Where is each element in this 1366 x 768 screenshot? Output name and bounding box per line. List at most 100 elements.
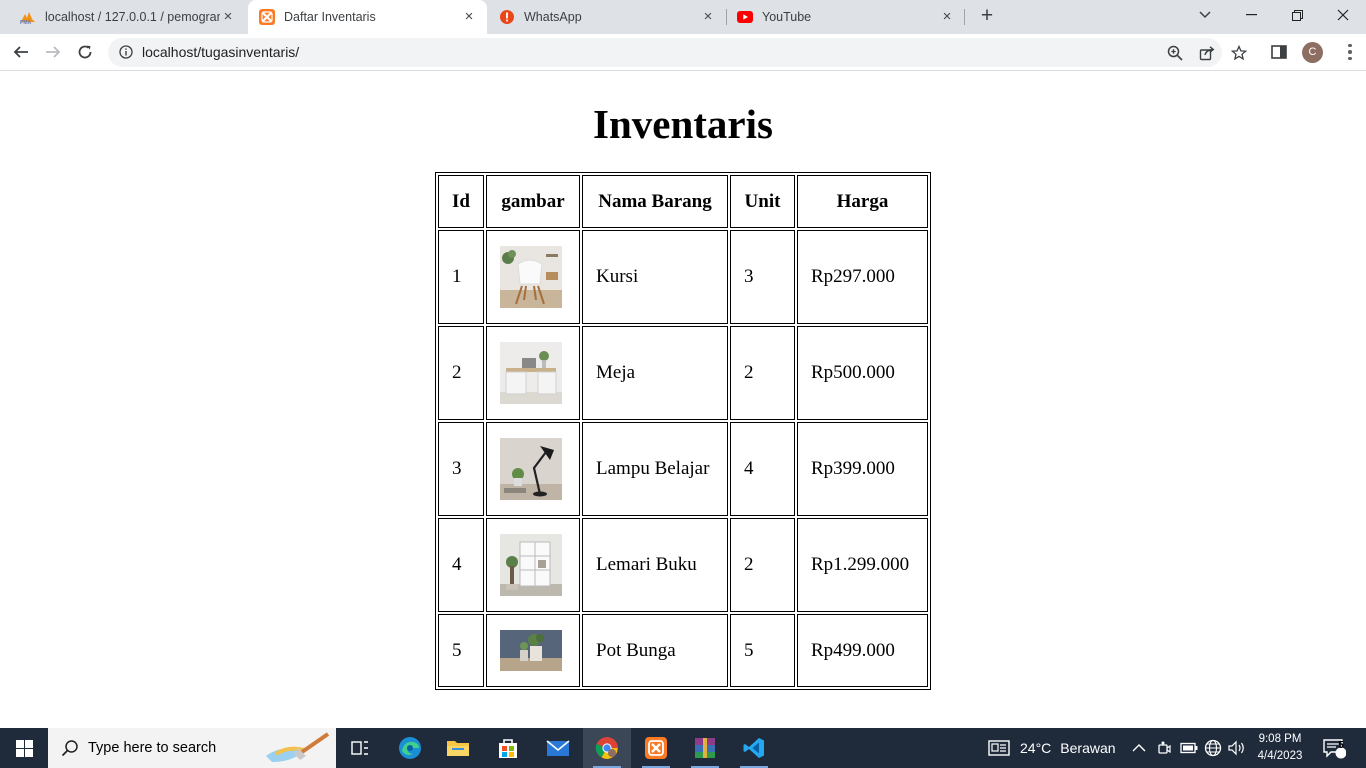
cell-unit: 2	[730, 326, 795, 420]
weather-news-icon	[988, 740, 1010, 756]
url-text: localhost/tugasinventaris/	[142, 44, 300, 60]
side-panel-icon[interactable]	[1270, 43, 1288, 61]
minimize-window-icon[interactable]	[1228, 0, 1274, 30]
taskbar-chrome[interactable]	[583, 728, 631, 768]
close-window-icon[interactable]	[1320, 0, 1366, 30]
cell-id: 5	[438, 614, 484, 687]
new-tab-button[interactable]: +	[976, 5, 998, 27]
cell-id: 1	[438, 230, 484, 324]
tab-title: YouTube	[762, 10, 812, 24]
weather-temperature: 24°C	[1020, 740, 1052, 756]
desk-lamp-image	[500, 438, 562, 500]
cell-gambar	[486, 518, 580, 612]
xampp-icon	[645, 737, 667, 759]
site-info-icon[interactable]	[119, 45, 133, 59]
cell-unit: 3	[730, 230, 795, 324]
cell-gambar	[486, 326, 580, 420]
taskbar-store[interactable]	[484, 728, 532, 768]
tab-whatsapp[interactable]: WhatsApp ×	[488, 0, 726, 34]
chair-image	[500, 246, 562, 308]
windows-taskbar: Type here to search 24°C Berawan 9:08 PM…	[0, 728, 1366, 768]
cell-harga: Rp499.000	[797, 614, 928, 687]
column-header-id: Id	[438, 175, 484, 228]
table-row: 1 Kursi 3 Rp297.000	[438, 230, 928, 324]
network-globe-icon[interactable]	[1204, 728, 1222, 768]
cell-harga: Rp1.299.000	[797, 518, 928, 612]
edge-icon	[399, 737, 421, 759]
cell-id: 4	[438, 518, 484, 612]
cell-nama-barang: Pot Bunga	[582, 614, 728, 687]
table-row: 4 Lemari Buku 2 Rp1.299.000	[438, 518, 928, 612]
tab-youtube[interactable]: YouTube ×	[727, 0, 965, 34]
chevron-up-icon	[1132, 744, 1146, 752]
close-tab-icon[interactable]: ×	[461, 9, 477, 25]
browser-menu-icon[interactable]	[1340, 42, 1360, 62]
close-tab-icon[interactable]: ×	[939, 9, 955, 25]
cell-nama-barang: Kursi	[582, 230, 728, 324]
restore-window-icon[interactable]	[1274, 0, 1320, 30]
svg-text:PMA: PMA	[20, 20, 32, 24]
table-header-row: Id gambar Nama Barang Unit Harga	[438, 175, 928, 228]
taskbar-winrar[interactable]	[681, 728, 729, 768]
back-button[interactable]	[6, 37, 36, 67]
share-icon[interactable]	[1199, 45, 1215, 61]
tab-title: localhost / 127.0.0.1 / pemogram	[45, 10, 220, 24]
cell-unit: 2	[730, 518, 795, 612]
vscode-icon	[743, 738, 764, 758]
youtube-icon	[737, 9, 753, 25]
taskbar-vscode[interactable]	[730, 728, 778, 768]
forward-button[interactable]	[38, 37, 68, 67]
cell-id: 3	[438, 422, 484, 516]
task-view-icon	[351, 741, 368, 755]
bookmark-star-icon[interactable]	[1231, 45, 1247, 61]
address-bar[interactable]: localhost/tugasinventaris/	[108, 38, 1247, 67]
column-header-harga: Harga	[797, 175, 928, 228]
meet-now-icon[interactable]	[1157, 728, 1171, 768]
tab-daftar-inventaris[interactable]: Daftar Inventaris ×	[248, 0, 487, 34]
tab-phpmyadmin[interactable]: PMA localhost / 127.0.0.1 / pemogram ×	[8, 0, 246, 34]
cell-gambar	[486, 230, 580, 324]
tab-title: Daftar Inventaris	[284, 10, 376, 24]
phpmyadmin-icon: PMA	[20, 9, 36, 25]
task-view-button[interactable]	[336, 728, 384, 768]
close-tab-icon[interactable]: ×	[700, 9, 716, 25]
column-header-unit: Unit	[730, 175, 795, 228]
web-page: Inventaris Id gambar Nama Barang Unit Ha…	[0, 71, 1366, 728]
chrome-icon	[595, 737, 618, 759]
volume-icon[interactable]	[1228, 728, 1246, 768]
zoom-icon[interactable]	[1167, 45, 1183, 61]
arrow-left-icon	[13, 46, 28, 58]
clock-time: 9:08 PM	[1258, 733, 1302, 745]
taskbar-clock[interactable]: 9:08 PM 4/4/2023	[1252, 731, 1308, 765]
start-button[interactable]	[0, 728, 48, 768]
weather-condition: Berawan	[1060, 740, 1116, 756]
table-row: 3 Lampu Belajar 4 Rp399.000	[438, 422, 928, 516]
show-hidden-icons-button[interactable]	[1132, 728, 1146, 768]
cell-gambar	[486, 422, 580, 516]
taskbar-xampp[interactable]	[632, 728, 680, 768]
tab-strip: PMA localhost / 127.0.0.1 / pemogram × D…	[0, 0, 1366, 34]
browser-toolbar: localhost/tugasinventaris/ C	[0, 34, 1366, 71]
column-header-nama-barang: Nama Barang	[582, 175, 728, 228]
tab-search-chevron-icon[interactable]	[1182, 0, 1228, 30]
cell-gambar	[486, 614, 580, 687]
search-highlight-paintbrush-icon	[266, 732, 330, 762]
mail-icon	[546, 740, 570, 756]
notification-count-badge: 5	[1338, 740, 1344, 751]
taskbar-mail[interactable]	[534, 728, 582, 768]
bookshelf-image	[500, 534, 562, 596]
reload-button[interactable]	[70, 37, 100, 67]
inventory-table: Id gambar Nama Barang Unit Harga 1 Kursi…	[435, 172, 931, 690]
xampp-icon	[259, 9, 275, 25]
taskbar-file-explorer[interactable]	[434, 728, 482, 768]
taskbar-search-box[interactable]: Type here to search	[48, 728, 336, 768]
battery-icon[interactable]	[1180, 728, 1198, 768]
weather-widget[interactable]: 24°C Berawan	[988, 728, 1116, 768]
notification-center-button[interactable]: 5	[1322, 728, 1346, 768]
folder-icon	[447, 741, 469, 756]
close-tab-icon[interactable]: ×	[220, 9, 236, 25]
whatsapp-alert-icon	[499, 9, 515, 25]
profile-avatar[interactable]: C	[1302, 42, 1323, 63]
taskbar-edge[interactable]	[386, 728, 434, 768]
search-placeholder: Type here to search	[88, 740, 217, 756]
